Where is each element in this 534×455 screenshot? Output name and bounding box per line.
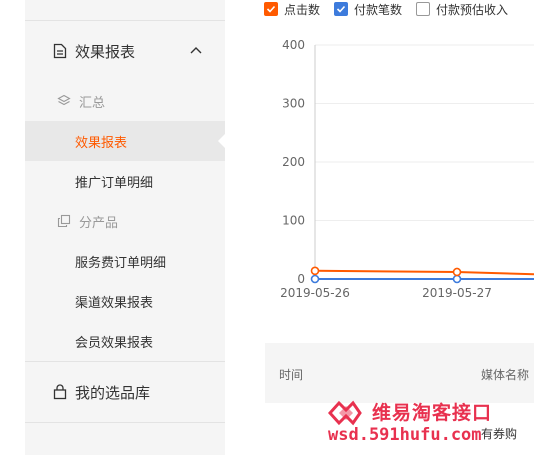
sidebar-item-promo-orders[interactable]: 推广订单明细 — [25, 161, 225, 201]
watermark-url: wsd.591hufu.com — [328, 425, 482, 445]
sidebar-item-label: 效果报表 — [75, 135, 128, 151]
sidebar-item-channel-report[interactable]: 渠道效果报表 — [25, 281, 225, 321]
watermark: 维易淘客接口 wsd.591hufu.com — [322, 398, 512, 446]
sidebar-group-label: 分产品 — [79, 215, 119, 231]
legend-label: 付款预估收入 — [436, 2, 509, 17]
watermark-title: 维易淘客接口 — [372, 402, 493, 424]
sidebar-item-label: 推广订单明细 — [75, 175, 154, 191]
legend-label: 点击数 — [284, 2, 321, 17]
bag-icon — [53, 384, 67, 400]
chart-legend: 点击数 付款笔数 付款预估收入 — [264, 0, 522, 18]
layers-icon — [57, 94, 71, 106]
column-header-time: 时间 — [279, 368, 304, 382]
sidebar-item-effects-report[interactable]: 效果报表 — [25, 121, 225, 161]
sidebar-item-label: 渠道效果报表 — [75, 295, 154, 311]
data-point — [452, 267, 462, 277]
legend-label: 付款笔数 — [354, 2, 403, 17]
x-tick-label: 2019-05-26 — [280, 286, 350, 300]
sidebar-section-label: 我的选品库 — [75, 383, 151, 402]
sidebar-section-effects[interactable]: 效果报表 — [25, 21, 225, 81]
sidebar: 效果报表 汇总 效果报表 推广订单明细 分产品 服务费订单明细 渠道效果报表 会… — [25, 0, 225, 455]
data-point — [310, 266, 320, 276]
checkbox-checked-icon[interactable] — [264, 2, 278, 16]
sidebar-section-library[interactable]: 我的选品库 — [25, 362, 225, 422]
line-chart: 0 100 200 300 400 2019-05-26 2019-05-27 — [280, 38, 534, 300]
sidebar-divider — [25, 422, 225, 423]
checkbox-unchecked-icon[interactable] — [416, 2, 431, 16]
sidebar-group-summary: 汇总 — [25, 81, 225, 121]
copy-icon — [57, 214, 71, 228]
sidebar-section-label: 效果报表 — [75, 42, 136, 61]
y-tick-label: 400 — [282, 38, 305, 52]
data-point — [310, 274, 320, 284]
sidebar-item-label: 服务费订单明细 — [75, 255, 167, 271]
legend-item-clicks[interactable]: 点击数 — [264, 1, 320, 18]
watermark-logo-icon — [328, 400, 362, 426]
sidebar-group-label: 汇总 — [79, 95, 106, 111]
y-tick-label: 200 — [282, 155, 305, 169]
legend-item-est-income[interactable]: 付款预估收入 — [416, 1, 508, 18]
x-tick-label: 2019-05-27 — [422, 286, 492, 300]
y-tick-label: 100 — [282, 214, 305, 228]
checkbox-checked-icon[interactable] — [334, 2, 349, 16]
y-tick-label: 300 — [282, 97, 305, 111]
chevron-up-icon[interactable] — [189, 43, 203, 57]
data-point — [452, 274, 462, 284]
legend-item-payments[interactable]: 付款笔数 — [334, 1, 402, 18]
sidebar-item-service-fee-orders[interactable]: 服务费订单明细 — [25, 241, 225, 281]
document-icon — [53, 43, 67, 59]
main-content: 点击数 付款笔数 付款预估收入 0 100 200 300 400 2019-05-26 2… — [225, 0, 534, 455]
table-header: 时间 媒体名称 — [265, 343, 534, 403]
y-tick-label: 0 — [297, 272, 305, 286]
series-line — [314, 269, 534, 276]
sidebar-item-member-report[interactable]: 会员效果报表 — [25, 321, 225, 361]
column-header-media: 媒体名称 — [481, 368, 530, 382]
sidebar-group-products: 分产品 — [25, 201, 225, 241]
sidebar-item-label: 会员效果报表 — [75, 335, 154, 351]
